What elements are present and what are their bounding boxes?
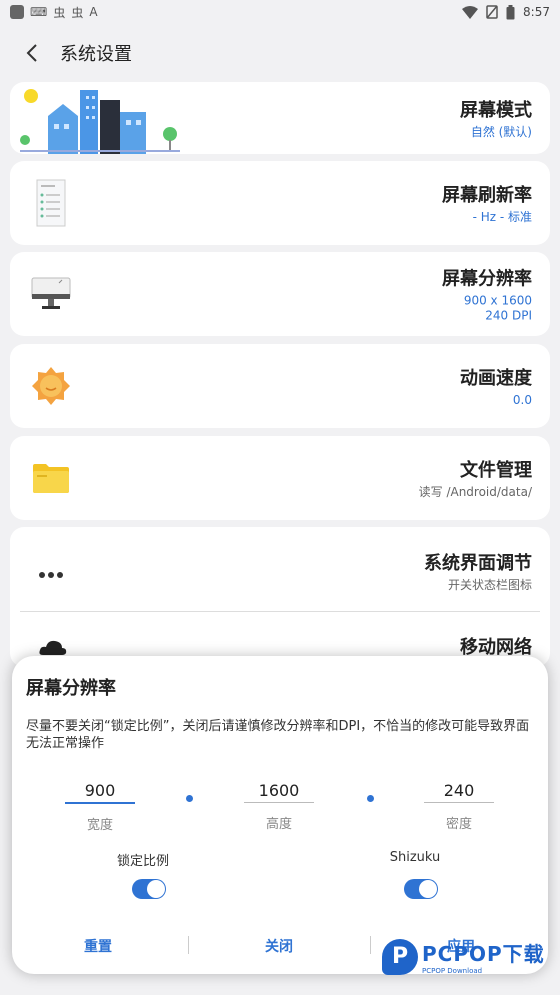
height-input[interactable]: 1600: [244, 781, 314, 803]
separator-dot: [367, 795, 374, 802]
keyboard-icon: ⌨: [30, 5, 48, 19]
shizuku-toggle[interactable]: [404, 879, 438, 899]
battery-icon: [506, 4, 515, 19]
wifi-icon: [462, 5, 479, 19]
divider: [20, 611, 540, 612]
no-sim-icon: [486, 5, 498, 19]
card-subtitle: 开关状态栏图标: [447, 578, 532, 592]
card-subtitle: - Hz - 标准: [472, 210, 532, 224]
toggle-knob: [147, 880, 165, 898]
dialog-title: 屏幕分辨率: [26, 678, 116, 699]
card-title: 动画速度: [460, 368, 532, 389]
watermark-sub: PCPOP Download: [422, 967, 483, 975]
settings-card-animation-speed[interactable]: 动画速度 0.0: [10, 344, 550, 428]
height-label: 高度: [265, 817, 292, 832]
lock-ratio-toggle[interactable]: [132, 879, 166, 899]
height-field[interactable]: 1600 高度: [244, 781, 314, 832]
card-subtitle: 900 x 1600: [463, 293, 532, 308]
cloud-icon: [38, 637, 68, 657]
card-title: 系统界面调节: [424, 553, 532, 574]
card-subtitle-dpi: 240 DPI: [485, 308, 532, 323]
bug-icon: 虫: [53, 5, 66, 20]
pcpop-logo: P: [382, 938, 418, 975]
button-separator: [370, 936, 371, 954]
dots-icon: [38, 565, 68, 578]
card-title: 屏幕模式: [460, 100, 532, 121]
page-title: 系统设置: [60, 44, 132, 65]
bug-icon: 虫: [71, 5, 84, 20]
close-button[interactable]: 关闭: [239, 936, 319, 956]
density-input[interactable]: 240: [424, 781, 494, 803]
status-bar: ⌨ 虫 虫 A 8:57: [0, 0, 560, 24]
settings-card-resolution[interactable]: 屏幕分辨率 900 x 1600 240 DPI: [10, 252, 550, 336]
watermark-brand: PCPOP下载: [422, 942, 545, 966]
separator-dot: [186, 795, 193, 802]
app-bar: 系统设置: [0, 30, 560, 76]
reset-button[interactable]: 重置: [58, 936, 138, 956]
dialog-message: 尽量不要关闭“锁定比例”，关闭后请谨慎修改分辨率和DPI，不恰当的修改可能导致界…: [26, 719, 530, 751]
card-title: 屏幕分辨率: [442, 268, 532, 290]
notification-icon: [10, 5, 24, 19]
width-field[interactable]: 900 宽度: [65, 781, 135, 833]
watermark: P PCPOP下载 PCPOP Download: [382, 938, 545, 975]
button-separator: [188, 936, 189, 954]
lock-ratio-label: 锁定比例: [116, 854, 169, 869]
clock-time: 8:57: [523, 5, 550, 19]
back-button[interactable]: [22, 43, 42, 63]
settings-card-screen-mode[interactable]: 屏幕模式 自然 (默认): [10, 82, 550, 154]
toggle-knob: [419, 880, 437, 898]
shizuku-label: Shizuku: [389, 850, 441, 865]
settings-card-refresh-rate[interactable]: 屏幕刷新率 - Hz - 标准: [10, 161, 550, 245]
width-input[interactable]: 900: [65, 781, 135, 804]
city-icon: [10, 82, 180, 154]
settings-card-system-ui[interactable]: 系统界面调节 开关状态栏图标 移动网络: [10, 527, 550, 667]
settings-card-file-management[interactable]: 文件管理 读写 /Android/data/: [10, 436, 550, 520]
density-field[interactable]: 240 密度: [424, 781, 494, 832]
card-title: 屏幕刷新率: [442, 185, 532, 206]
a-icon: A: [89, 5, 98, 19]
card-subtitle: 读写 /Android/data/: [418, 485, 532, 499]
card-subtitle: 0.0: [512, 393, 532, 407]
card-subtitle: 自然 (默认): [470, 125, 532, 139]
density-label: 密度: [445, 817, 472, 832]
document-list-icon: [26, 178, 76, 228]
folder-icon: [26, 453, 76, 503]
card-title: 文件管理: [460, 460, 532, 481]
width-label: 宽度: [86, 818, 113, 833]
sun-gear-icon: [26, 361, 76, 411]
chevron-left-icon: [26, 44, 37, 62]
monitor-icon: [26, 269, 76, 319]
